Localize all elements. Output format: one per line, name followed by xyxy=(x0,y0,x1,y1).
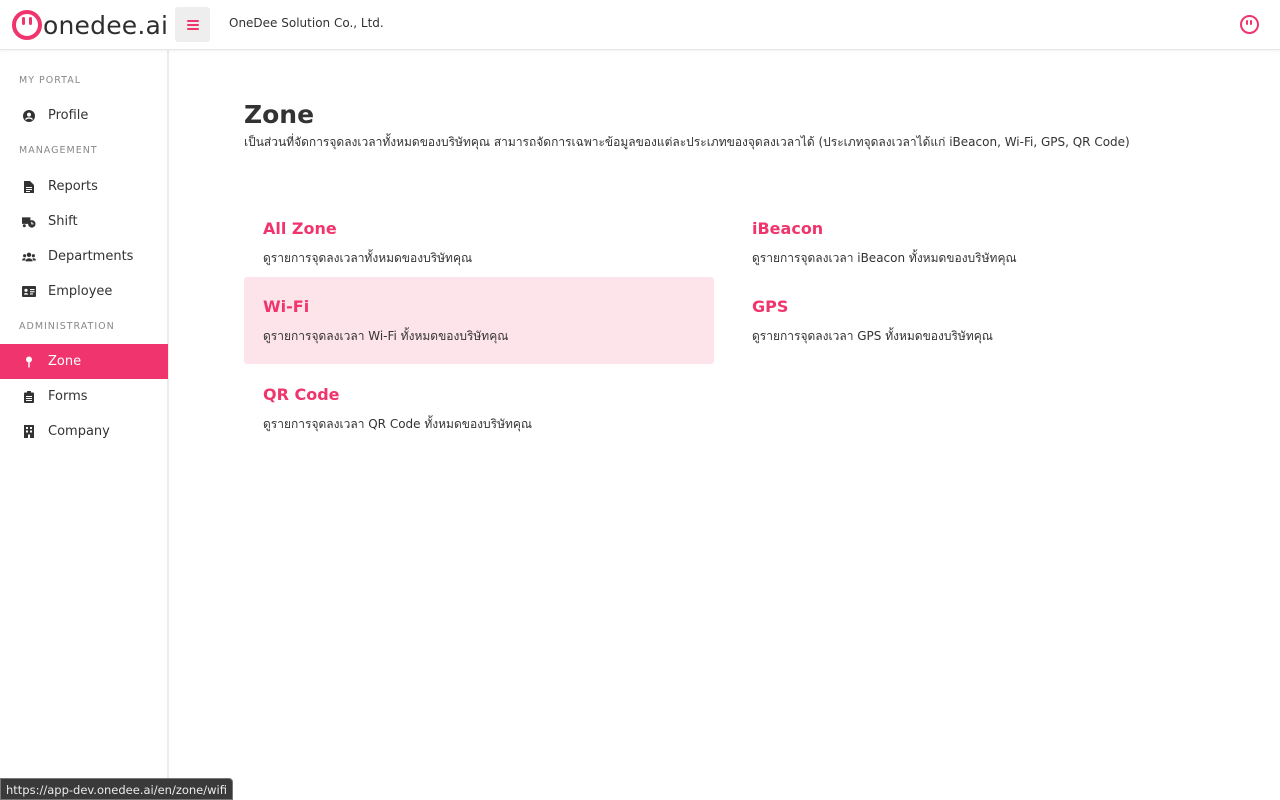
page-title: Zone xyxy=(244,100,315,129)
card-title: iBeacon xyxy=(752,219,824,238)
sidebar-item-label: Zone xyxy=(48,354,82,369)
sidebar-item-profile[interactable]: Profile xyxy=(0,98,168,133)
section-label-my-portal: MY PORTAL xyxy=(19,75,81,86)
sidebar-item-label: Departments xyxy=(48,249,134,264)
brand-logo[interactable]: onedee.ai xyxy=(12,9,168,41)
sidebar-item-shift[interactable]: Shift xyxy=(0,204,168,239)
users-icon xyxy=(22,250,36,264)
card-title: Wi-Fi xyxy=(263,297,310,316)
card-description: ดูรายการจุดลงเวลา iBeacon ทั้งหมดของบริษ… xyxy=(752,251,1017,265)
hamburger-icon xyxy=(186,19,199,30)
card-title: GPS xyxy=(752,297,789,316)
truck-clock-icon xyxy=(22,215,36,229)
card-description: ดูรายการจุดลงเวลาทั้งหมดของบริษัทคุณ xyxy=(263,251,473,265)
map-pin-icon xyxy=(22,355,36,369)
brand-name: onedee.ai xyxy=(43,10,169,40)
sidebar-item-departments[interactable]: Departments xyxy=(0,239,168,274)
user-avatar-icon[interactable] xyxy=(1240,15,1259,34)
sidebar-item-forms[interactable]: Forms xyxy=(0,379,168,414)
zone-card-wifi[interactable]: Wi-Fi ดูรายการจุดลงเวลา Wi-Fi ทั้งหมดของ… xyxy=(244,277,714,364)
zone-card-ibeacon[interactable]: iBeacon ดูรายการจุดลงเวลา iBeacon ทั้งหม… xyxy=(733,199,1203,286)
card-description: ดูรายการจุดลงเวลา Wi-Fi ทั้งหมดของบริษัท… xyxy=(263,329,509,343)
sidebar-item-label: Employee xyxy=(48,284,113,299)
section-label-management: MANAGEMENT xyxy=(19,145,98,156)
sidebar: MY PORTAL Profile MANAGEMENT Reports Shi… xyxy=(0,50,169,800)
section-label-administration: ADMINISTRATION xyxy=(19,321,115,332)
card-title: QR Code xyxy=(263,385,340,404)
zone-card-gps[interactable]: GPS ดูรายการจุดลงเวลา GPS ทั้งหมดของบริษ… xyxy=(733,277,1203,364)
clipboard-icon xyxy=(22,390,36,404)
company-name: OneDee Solution Co., Ltd. xyxy=(229,16,384,30)
sidebar-item-zone[interactable]: Zone xyxy=(0,344,168,379)
sidebar-item-label: Profile xyxy=(48,108,89,123)
status-bar-url: https://app-dev.onedee.ai/en/zone/wifi xyxy=(0,778,233,800)
card-description: ดูรายการจุดลงเวลา QR Code ทั้งหมดของบริษ… xyxy=(263,417,533,431)
logo-mark-icon xyxy=(12,10,42,40)
sidebar-item-label: Company xyxy=(48,424,110,439)
sidebar-item-label: Shift xyxy=(48,214,78,229)
zone-card-qr-code[interactable]: QR Code ดูรายการจุดลงเวลา QR Code ทั้งหม… xyxy=(244,365,714,452)
id-card-icon xyxy=(22,285,36,299)
zone-card-all-zone[interactable]: All Zone ดูรายการจุดลงเวลาทั้งหมดของบริษ… xyxy=(244,199,714,286)
menu-toggle-button[interactable] xyxy=(175,7,210,42)
sidebar-item-company[interactable]: Company xyxy=(0,414,168,449)
file-icon xyxy=(22,180,36,194)
page-description: เป็นส่วนที่จัดการจุดลงเวลาทั้งหมดของบริษ… xyxy=(244,135,1130,149)
sidebar-item-label: Forms xyxy=(48,389,88,404)
user-circle-icon xyxy=(22,109,36,123)
card-title: All Zone xyxy=(263,219,337,238)
card-description: ดูรายการจุดลงเวลา GPS ทั้งหมดของบริษัทคุ… xyxy=(752,329,993,343)
building-icon xyxy=(22,425,36,439)
sidebar-item-reports[interactable]: Reports xyxy=(0,169,168,204)
top-bar: onedee.ai OneDee Solution Co., Ltd. xyxy=(0,0,1280,50)
sidebar-item-label: Reports xyxy=(48,179,98,194)
sidebar-item-employee[interactable]: Employee xyxy=(0,274,168,309)
